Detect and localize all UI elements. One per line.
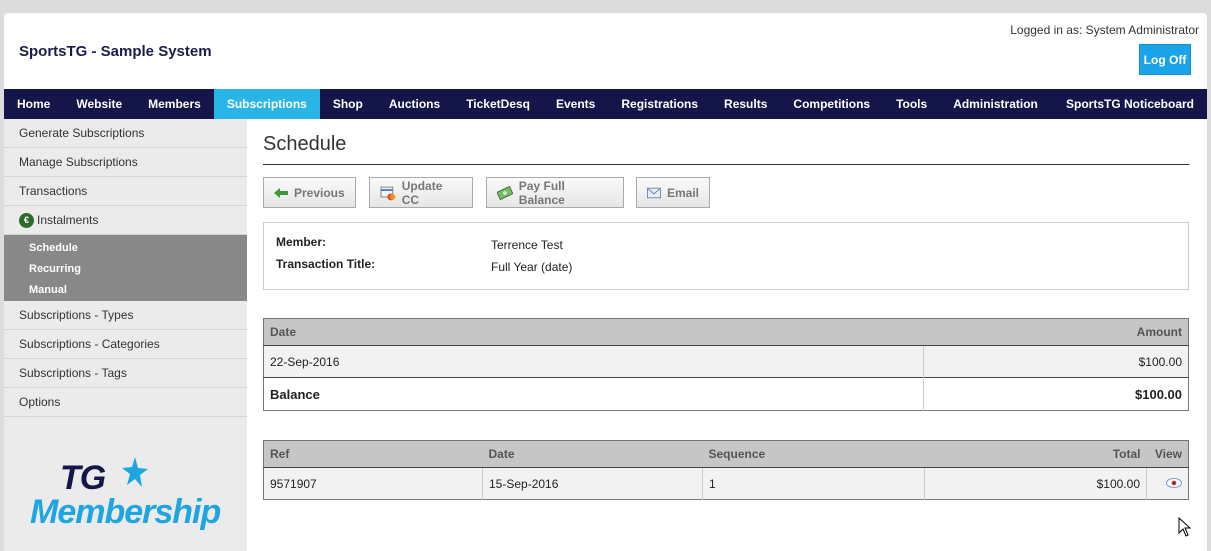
sidebar-subitem-manual[interactable]: Manual [4,279,247,300]
sidebar: Generate Subscriptions Manage Subscripti… [4,119,247,551]
mouse-cursor-icon [1178,517,1192,537]
member-value: Terrence Test [491,238,563,252]
nav-item-members[interactable]: Members [135,89,214,119]
nav-item-administration[interactable]: Administration [940,89,1051,119]
previous-button[interactable]: Previous [263,177,356,208]
credit-card-icon [380,186,396,200]
payment-view-cell [1146,467,1189,500]
sidebar-item-subscriptions-types[interactable]: Subscriptions - Types [4,301,247,330]
column-header-date: Date [482,440,703,468]
sidebar-item-manage-subscriptions[interactable]: Manage Subscriptions [4,148,247,177]
sidebar-subitem-recurring[interactable]: Recurring [4,258,247,279]
payment-total-cell: $100.00 [924,467,1147,500]
log-off-button[interactable]: Log Off [1139,44,1191,75]
nav-item-home[interactable]: Home [4,89,63,119]
schedule-amount-cell: $100.00 [923,345,1189,378]
euro-icon: € [19,212,34,228]
title-divider [263,164,1189,165]
main-nav: Home Website Members Subscriptions Shop … [4,89,1207,119]
table-header-row: Date Amount [263,318,1189,346]
nav-item-events[interactable]: Events [543,89,608,119]
update-cc-label: Update CC [401,178,443,207]
table-row: 9571907 15-Sep-2016 1 $100.00 [263,467,1189,500]
envelope-icon [647,187,661,198]
page-title: Schedule [263,133,347,155]
email-label: Email [666,185,699,200]
sidebar-item-options[interactable]: Options [4,388,247,417]
nav-item-noticeboard[interactable]: SportsTG Noticeboard [1053,89,1207,119]
star-icon [122,457,148,487]
nav-item-auctions[interactable]: Auctions [376,89,453,119]
instalments-submenu: Schedule Recurring Manual [4,235,247,301]
nav-item-website[interactable]: Website [63,89,135,119]
balance-row: Balance $100.00 [263,377,1189,411]
column-header-sequence: Sequence [702,440,925,468]
column-header-total: Total [924,440,1147,468]
table-header-row: Ref Date Sequence Total View [263,440,1189,468]
nav-item-subscriptions[interactable]: Subscriptions [213,89,320,119]
transaction-title-label: Transaction Title: [276,257,376,271]
sidebar-item-subscriptions-categories[interactable]: Subscriptions - Categories [4,330,247,359]
transaction-info-panel: Member: Terrence Test Transaction Title:… [263,222,1189,290]
logo-membership-text: Membership [30,493,221,531]
sidebar-item-generate-subscriptions[interactable]: Generate Subscriptions [4,119,247,148]
sidebar-item-subscriptions-tags[interactable]: Subscriptions - Tags [4,359,247,388]
previous-label: Previous [294,185,345,200]
member-label: Member: [276,235,327,249]
sidebar-subitem-schedule[interactable]: Schedule [4,237,247,258]
view-eye-icon[interactable] [1166,477,1182,488]
balance-value: $100.00 [923,377,1189,411]
payments-table: Ref Date Sequence Total View 9571907 15-… [263,440,1189,500]
app-window: SportsTG - Sample System Logged in as: S… [4,13,1207,551]
nav-item-registrations[interactable]: Registrations [608,89,711,119]
email-button[interactable]: Email [636,177,710,208]
table-row: 22-Sep-2016 $100.00 [263,345,1189,378]
tg-membership-logo: TG Membership [30,457,230,539]
app-title: SportsTG - Sample System [19,43,212,60]
arrow-left-icon [274,187,288,198]
column-header-amount: Amount [923,318,1189,346]
header: SportsTG - Sample System Logged in as: S… [4,13,1207,89]
balance-label: Balance [263,377,924,411]
update-cc-button[interactable]: Update CC [369,177,473,208]
logged-in-label: Logged in as: System Administrator [1010,23,1199,37]
payment-sequence-cell: 1 [702,467,925,500]
payment-ref-cell: 9571907 [263,467,483,500]
column-header-date: Date [263,318,924,346]
schedule-date-cell: 22-Sep-2016 [263,345,924,378]
nav-item-competitions[interactable]: Competitions [780,89,883,119]
nav-item-shop[interactable]: Shop [320,89,376,119]
column-header-ref: Ref [263,440,483,468]
sidebar-item-instalments[interactable]: € Instalments [4,206,247,235]
payment-date-cell: 15-Sep-2016 [482,467,703,500]
pay-full-balance-button[interactable]: Pay Full Balance [486,177,624,208]
sidebar-item-transactions[interactable]: Transactions [4,177,247,206]
schedule-table: Date Amount 22-Sep-2016 $100.00 Balance … [263,318,1189,411]
nav-item-ticketdesq[interactable]: TicketDesq [453,89,543,119]
nav-item-results[interactable]: Results [711,89,780,119]
column-header-view: View [1146,440,1189,468]
sidebar-item-label: Instalments [37,213,99,227]
transaction-title-value: Full Year (date) [491,260,573,274]
nav-item-tools[interactable]: Tools [883,89,940,119]
money-icon [497,185,513,200]
pay-full-balance-label: Pay Full Balance [518,178,565,207]
